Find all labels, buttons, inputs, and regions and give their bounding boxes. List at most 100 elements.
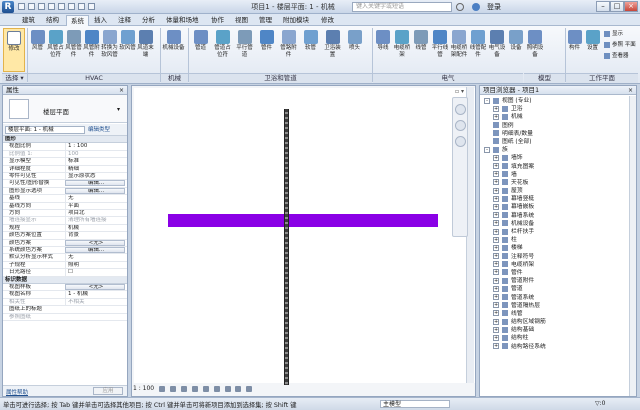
apply-button[interactable]: 应用 bbox=[93, 387, 123, 395]
lock-icon[interactable] bbox=[246, 385, 253, 392]
workplane-small-button[interactable]: 查看器 bbox=[604, 52, 629, 60]
hvac-button[interactable]: 软风管 bbox=[119, 28, 136, 72]
property-value[interactable]: 平面 bbox=[65, 202, 125, 210]
plumbing-button[interactable]: 管道占位符 bbox=[212, 28, 233, 72]
expand-icon[interactable]: + bbox=[493, 277, 499, 284]
plumbing-button[interactable]: 管件 bbox=[256, 28, 277, 72]
menu-tab[interactable]: 修改 bbox=[317, 15, 338, 26]
browser-tree-item[interactable]: + 幕墙竖梃 bbox=[484, 195, 629, 203]
pan-icon[interactable] bbox=[455, 136, 466, 147]
hvac-button[interactable]: 转换为软风管 bbox=[101, 28, 118, 72]
property-row[interactable]: 方向 项目北 bbox=[3, 210, 127, 218]
visual-style-icon[interactable] bbox=[169, 385, 176, 392]
browser-tree-item[interactable]: + 幕墙嵌板 bbox=[484, 203, 629, 211]
browser-tree-item[interactable]: + 结构路径系统 bbox=[484, 343, 629, 351]
plumbing-button[interactable]: 卫浴装置 bbox=[322, 28, 343, 72]
view-window-controls[interactable]: ▫ ▾ bbox=[455, 88, 464, 95]
maximize-button[interactable]: □ bbox=[610, 1, 624, 12]
browser-tree-item[interactable]: + 墙饰 bbox=[484, 154, 629, 162]
expand-icon[interactable]: + bbox=[493, 179, 499, 186]
expand-icon[interactable]: + bbox=[493, 203, 499, 210]
expand-icon[interactable]: + bbox=[493, 244, 499, 251]
browser-tree-item[interactable]: + 填充图案 bbox=[484, 163, 629, 171]
property-value[interactable]: 无 bbox=[65, 195, 125, 203]
workplane-button[interactable]: 设置 bbox=[584, 28, 601, 72]
browser-tree-item[interactable]: + 管道隔热层 bbox=[484, 302, 629, 310]
browser-tree-item[interactable]: + 机械设备 bbox=[484, 220, 629, 228]
browser-tree-item[interactable]: 图例 bbox=[484, 122, 629, 130]
undo-icon[interactable] bbox=[38, 3, 45, 10]
menu-tab[interactable]: 附加模块 bbox=[279, 15, 313, 26]
property-row[interactable]: 视图名称 1 - 机械 bbox=[3, 291, 127, 299]
edit-type-button[interactable]: 编辑类型 bbox=[88, 126, 110, 134]
property-value[interactable]: 1 : 100 bbox=[65, 143, 125, 151]
property-value[interactable]: 不相关 bbox=[65, 298, 125, 306]
save-icon[interactable] bbox=[28, 3, 35, 10]
menu-tab[interactable]: 管理 bbox=[255, 15, 276, 26]
collapse-icon[interactable]: - bbox=[484, 97, 490, 104]
expand-icon[interactable]: + bbox=[493, 154, 499, 161]
panel-label-select[interactable]: 选择 ▾ bbox=[2, 73, 27, 83]
view-instance-dropdown[interactable]: 楼层平面: 1 - 机械 bbox=[5, 126, 85, 134]
property-row[interactable]: 视图样板 <无> bbox=[3, 284, 127, 292]
plumbing-button[interactable]: 管道 bbox=[190, 28, 211, 72]
property-row[interactable]: 零件可见性 显示原状态 bbox=[3, 173, 127, 181]
property-value[interactable]: 机械 bbox=[65, 224, 125, 232]
open-icon[interactable] bbox=[18, 3, 25, 10]
menu-tab[interactable]: 注释 bbox=[114, 15, 135, 26]
property-value[interactable]: 精细 bbox=[65, 165, 125, 173]
browser-tree-item[interactable]: + 墙 bbox=[484, 171, 629, 179]
browser-tree-item[interactable]: + 结构基础 bbox=[484, 326, 629, 334]
login-link[interactable]: 登录 bbox=[487, 2, 501, 12]
expand-icon[interactable]: + bbox=[493, 220, 499, 227]
temporary-hide-icon[interactable] bbox=[224, 385, 231, 392]
print-icon[interactable] bbox=[58, 3, 65, 10]
property-value[interactable]: 显示原状态 bbox=[65, 173, 125, 180]
property-row[interactable]: 视图比例 1 : 100 bbox=[3, 143, 127, 151]
property-group-header[interactable]: 图形 bbox=[3, 136, 127, 144]
property-value[interactable]: 编辑... bbox=[65, 180, 125, 187]
expand-icon[interactable]: + bbox=[493, 171, 499, 178]
elec-button[interactable]: 照明设备 bbox=[526, 28, 544, 72]
menu-tab[interactable]: 协作 bbox=[207, 15, 228, 26]
zoom-icon[interactable] bbox=[455, 120, 466, 131]
expand-icon[interactable]: + bbox=[493, 212, 499, 219]
browser-tree-item[interactable]: + 幕墙系统 bbox=[484, 212, 629, 220]
property-value[interactable]: 1 - 机械 bbox=[65, 291, 125, 299]
browser-tree-item[interactable]: + 结构柱 bbox=[484, 334, 629, 342]
expand-icon[interactable]: + bbox=[493, 310, 499, 317]
expand-icon[interactable]: + bbox=[493, 334, 499, 341]
browser-tree-item[interactable]: + 机械 bbox=[484, 113, 629, 121]
modify-button[interactable]: 修改 bbox=[3, 28, 25, 72]
expand-icon[interactable]: + bbox=[493, 294, 499, 300]
property-value[interactable]: <无> bbox=[65, 239, 125, 246]
menu-tab[interactable]: 建筑 bbox=[18, 15, 39, 26]
steering-wheel-icon[interactable] bbox=[455, 104, 466, 115]
chevron-down-icon[interactable]: ▾ bbox=[117, 106, 120, 113]
browser-tree-item[interactable]: + 柱 bbox=[484, 236, 629, 244]
selection-filter[interactable]: ▽:0 bbox=[595, 400, 605, 407]
property-row[interactable]: 可见性/图形替换 编辑... bbox=[3, 180, 127, 188]
expand-icon[interactable]: + bbox=[493, 343, 499, 350]
property-group-header[interactable]: 标识数据 bbox=[3, 276, 127, 284]
duct[interactable] bbox=[168, 214, 438, 227]
expand-icon[interactable]: + bbox=[493, 163, 499, 169]
browser-tree-item[interactable]: + 管道系统 bbox=[484, 294, 629, 302]
browser-tree-item[interactable]: 明细表/数量 bbox=[484, 130, 629, 138]
property-value[interactable]: 无 bbox=[65, 254, 125, 262]
hvac-button[interactable]: 风管附件 bbox=[83, 28, 100, 72]
browser-tree-item[interactable]: + 线管 bbox=[484, 310, 629, 318]
browser-tree-item[interactable]: - 视图 (专业) bbox=[484, 97, 629, 105]
reveal-hidden-icon[interactable] bbox=[235, 385, 242, 392]
properties-help-link[interactable]: 属性帮助 bbox=[6, 388, 28, 396]
elec-button[interactable]: 线管配件 bbox=[469, 28, 487, 72]
browser-tree-item[interactable]: + 结构区域钢筋 bbox=[484, 318, 629, 326]
expand-icon[interactable]: + bbox=[493, 261, 499, 268]
search-input[interactable]: 键入关键字或短语 bbox=[352, 2, 452, 12]
mech-button[interactable]: 机械设备 bbox=[162, 28, 185, 72]
elec-button[interactable]: 设备 bbox=[507, 28, 525, 72]
property-row[interactable]: 比例值 1: 100 bbox=[3, 150, 127, 159]
expand-icon[interactable]: + bbox=[493, 326, 499, 333]
minimize-button[interactable]: – bbox=[596, 1, 610, 12]
active-model-dropdown[interactable]: 主模型 bbox=[380, 400, 450, 408]
